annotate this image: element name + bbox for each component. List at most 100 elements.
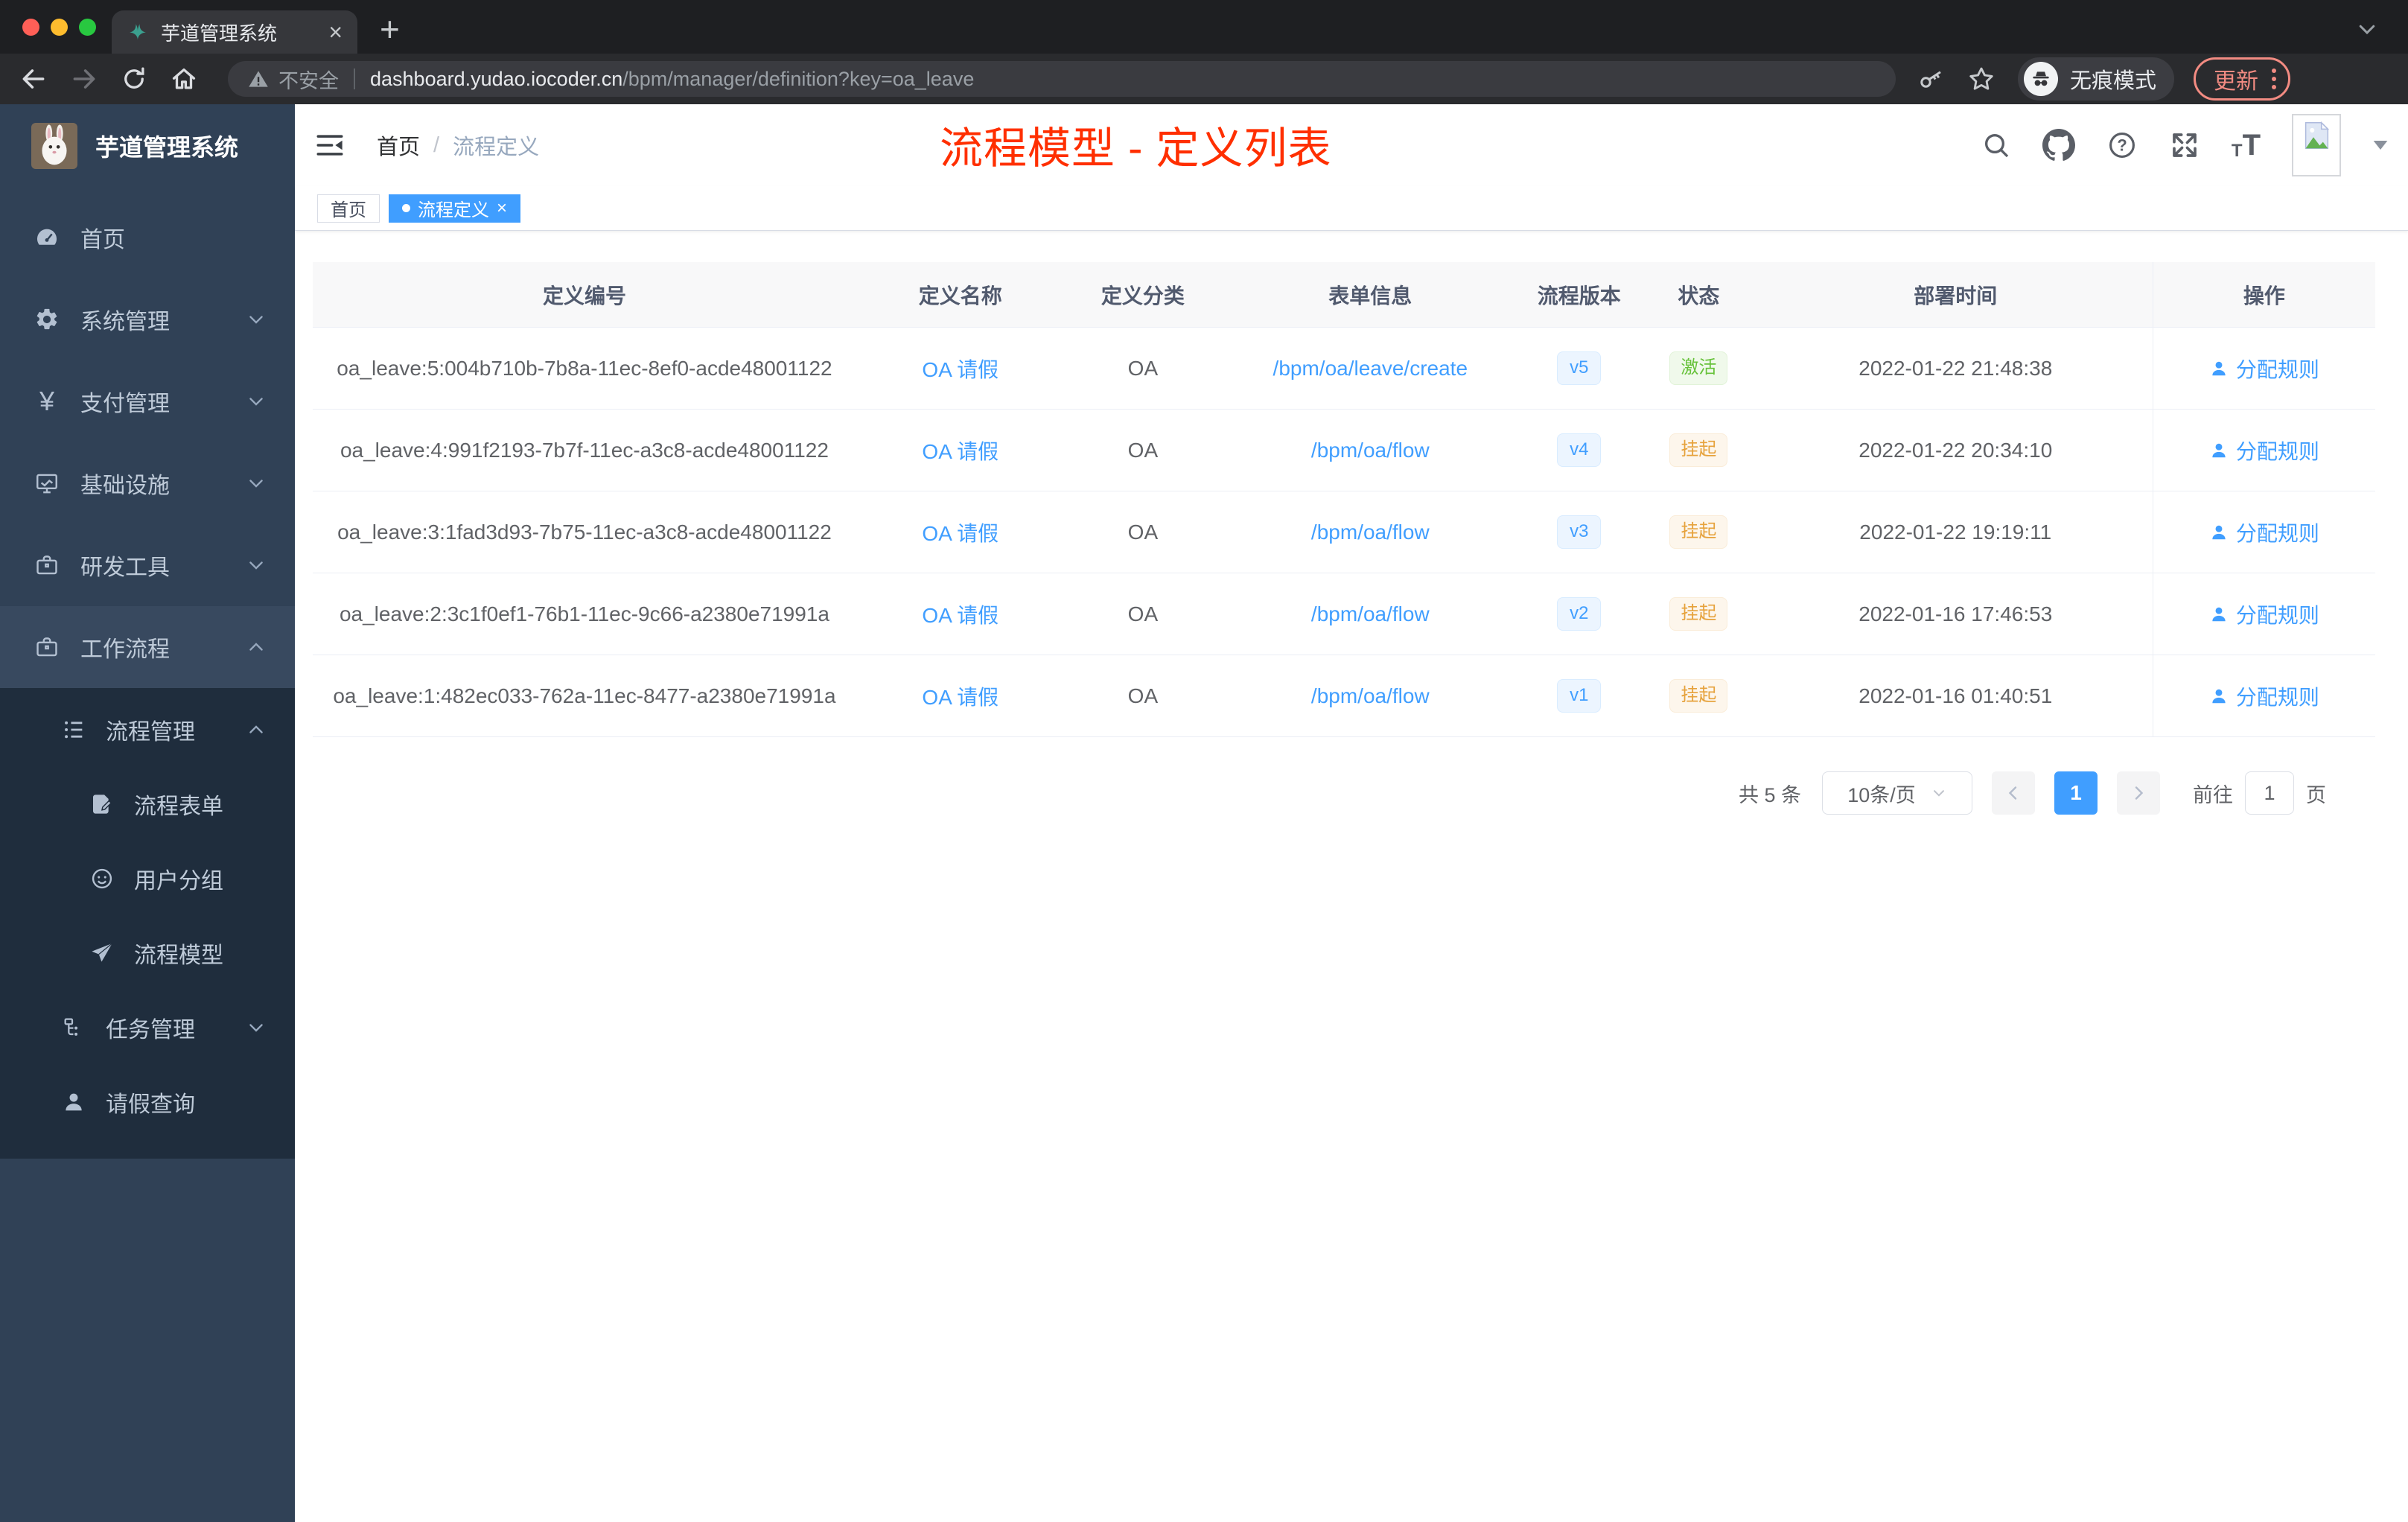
forward-icon[interactable] xyxy=(70,65,98,93)
sidebar-item-devtools[interactable]: 研发工具 xyxy=(0,524,295,606)
sidebar-item-label: 用户分组 xyxy=(134,869,223,894)
form-link[interactable]: /bpm/oa/flow xyxy=(1311,684,1430,707)
browser-update-button[interactable]: 更新 xyxy=(2194,57,2291,101)
org-tree-icon xyxy=(60,1016,88,1039)
table-row: oa_leave:5:004b710b-7b8a-11ec-8ef0-acde4… xyxy=(313,328,2375,410)
password-key-icon[interactable] xyxy=(1918,66,1945,92)
assign-rule-button[interactable]: 分配规则 xyxy=(2236,354,2319,383)
reload-icon[interactable] xyxy=(121,66,147,92)
url-host: dashboard.yudao.iocoder.cn xyxy=(370,67,623,90)
sidebar-item-label: 基础设施 xyxy=(80,474,170,498)
home-icon[interactable] xyxy=(170,65,198,93)
sidebar-item-process-form[interactable]: 流程表单 xyxy=(0,767,295,841)
assign-rule-button[interactable]: 分配规则 xyxy=(2236,599,2319,629)
chevron-down-icon xyxy=(246,1017,267,1038)
deploy-time: 2022-01-22 21:48:38 xyxy=(1858,356,2053,380)
sidebar-item-label: 支付管理 xyxy=(80,392,170,416)
sidebar-menu: 首页 系统管理 ¥ 支付管理 基础设施 研发工具 工作流程 流程管理 流程表单 … xyxy=(0,197,295,1159)
app-logo-avatar xyxy=(31,123,77,169)
chevron-up-icon xyxy=(246,637,267,657)
browser-tab[interactable]: 芋道管理系统 × xyxy=(112,10,357,54)
help-question-icon[interactable]: ? xyxy=(2106,130,2138,161)
svg-text:?: ? xyxy=(2117,136,2127,155)
goto-page-input[interactable]: 1 xyxy=(2245,771,2294,815)
fullscreen-icon[interactable] xyxy=(2169,130,2200,161)
yen-icon: ¥ xyxy=(39,386,55,416)
tag-close-icon[interactable]: × xyxy=(497,199,507,217)
definition-id: oa_leave:2:3c1f0ef1-76b1-11ec-9c66-a2380… xyxy=(339,602,829,625)
tab-close-icon[interactable]: × xyxy=(328,20,343,44)
main-area: 首页 / 流程定义 ? TT 首页 流程定义 × 定义编号 定义名称 定义分类 … xyxy=(295,104,2408,1522)
browser-menu-dots-icon[interactable] xyxy=(2272,69,2277,89)
next-page-button[interactable] xyxy=(2117,771,2160,815)
table-row: oa_leave:3:1fad3d93-7b75-11ec-a3c8-acde4… xyxy=(313,491,2375,573)
avatar[interactable] xyxy=(2292,114,2341,176)
definition-name-link[interactable]: OA 请假 xyxy=(922,522,998,545)
definition-category: OA xyxy=(1127,520,1159,544)
search-icon[interactable] xyxy=(1981,130,2011,160)
tag-label: 流程定义 xyxy=(418,200,489,220)
tab-search-chevron-icon[interactable] xyxy=(2356,18,2378,40)
sidebar-item-process-management[interactable]: 流程管理 xyxy=(0,692,295,767)
security-label[interactable]: 不安全 xyxy=(278,65,339,94)
column-header: 表单信息 xyxy=(1328,284,1412,308)
definition-id: oa_leave:3:1fad3d93-7b75-11ec-a3c8-acde4… xyxy=(337,520,832,544)
sidebar-item-workflow[interactable]: 工作流程 xyxy=(0,606,295,688)
breadcrumb: 首页 / 流程定义 xyxy=(377,130,539,161)
tag-home[interactable]: 首页 xyxy=(317,194,380,223)
assign-rule-button[interactable]: 分配规则 xyxy=(2236,518,2319,547)
form-link[interactable]: /bpm/oa/flow xyxy=(1311,439,1430,462)
not-secure-warning-icon xyxy=(247,68,270,90)
prev-page-button[interactable] xyxy=(1992,771,2035,815)
definition-name-link[interactable]: OA 请假 xyxy=(922,440,998,463)
assign-rule-button[interactable]: 分配规则 xyxy=(2236,436,2319,465)
back-icon[interactable] xyxy=(19,65,48,93)
definition-name-link[interactable]: OA 请假 xyxy=(922,686,998,709)
monitor-chart-icon xyxy=(33,471,61,496)
form-link[interactable]: /bpm/oa/flow xyxy=(1311,602,1430,625)
new-tab-button[interactable]: + xyxy=(380,9,400,49)
breadcrumb-current: 流程定义 xyxy=(453,136,540,159)
form-link[interactable]: /bpm/oa/flow xyxy=(1311,520,1430,544)
tag-process-definition[interactable]: 流程定义 × xyxy=(389,194,521,223)
window-close-button[interactable] xyxy=(22,19,39,36)
sidebar-item-user-group[interactable]: 用户分组 xyxy=(0,841,295,916)
bookmark-star-icon[interactable] xyxy=(1967,65,1995,93)
update-label: 更新 xyxy=(2214,69,2259,94)
sidebar-item-leave-query[interactable]: 请假查询 xyxy=(0,1065,295,1139)
sidebar-item-infrastructure[interactable]: 基础设施 xyxy=(0,442,295,524)
status-badge: 挂起 xyxy=(1669,679,1728,713)
sidebar-item-payment[interactable]: ¥ 支付管理 xyxy=(0,360,295,442)
url-path: /bpm/manager/definition?key=oa_leave xyxy=(622,67,975,90)
avatar-caret-icon[interactable] xyxy=(2372,139,2389,151)
list-icon xyxy=(60,717,88,742)
table-row: oa_leave:1:482ec033-762a-11ec-8477-a2380… xyxy=(313,655,2375,737)
window-zoom-button[interactable] xyxy=(79,19,96,36)
page-size-value: 10条/页 xyxy=(1847,783,1916,806)
sidebar-item-process-model[interactable]: 流程模型 xyxy=(0,916,295,990)
definition-category: OA xyxy=(1127,684,1159,707)
definition-table: 定义编号 定义名称 定义分类 表单信息 流程版本 状态 部署时间 操作 oa_l… xyxy=(313,262,2375,737)
version-badge: v3 xyxy=(1557,515,1602,549)
definition-name-link[interactable]: OA 请假 xyxy=(922,604,998,627)
window-minimize-button[interactable] xyxy=(51,19,68,36)
breadcrumb-home[interactable]: 首页 xyxy=(377,130,420,161)
sidebar-item-system[interactable]: 系统管理 xyxy=(0,278,295,360)
definition-name-link[interactable]: OA 请假 xyxy=(922,358,998,381)
sidebar-item-home[interactable]: 首页 xyxy=(0,197,295,278)
assign-rule-button[interactable]: 分配规则 xyxy=(2236,681,2319,711)
sidebar-item-task-management[interactable]: 任务管理 xyxy=(0,990,295,1065)
pagination-total: 共 5 条 xyxy=(1738,783,1801,806)
app-header: 首页 / 流程定义 ? TT xyxy=(295,104,2408,186)
page-size-select[interactable]: 10条/页 xyxy=(1822,771,1972,815)
address-bar[interactable]: 不安全 dashboard.yudao.iocoder.cn/bpm/manag… xyxy=(228,61,1896,97)
github-icon[interactable] xyxy=(2042,129,2075,162)
definition-category: OA xyxy=(1127,602,1159,625)
chevron-down-icon xyxy=(246,555,267,576)
page-number-button[interactable]: 1 xyxy=(2054,771,2098,815)
font-size-icon[interactable]: TT xyxy=(2232,130,2261,160)
browser-tab-strip: 芋道管理系统 × + xyxy=(0,0,2408,54)
hamburger-icon[interactable] xyxy=(314,130,345,161)
assign-user-icon xyxy=(2209,605,2229,624)
form-link[interactable]: /bpm/oa/leave/create xyxy=(1273,357,1468,380)
